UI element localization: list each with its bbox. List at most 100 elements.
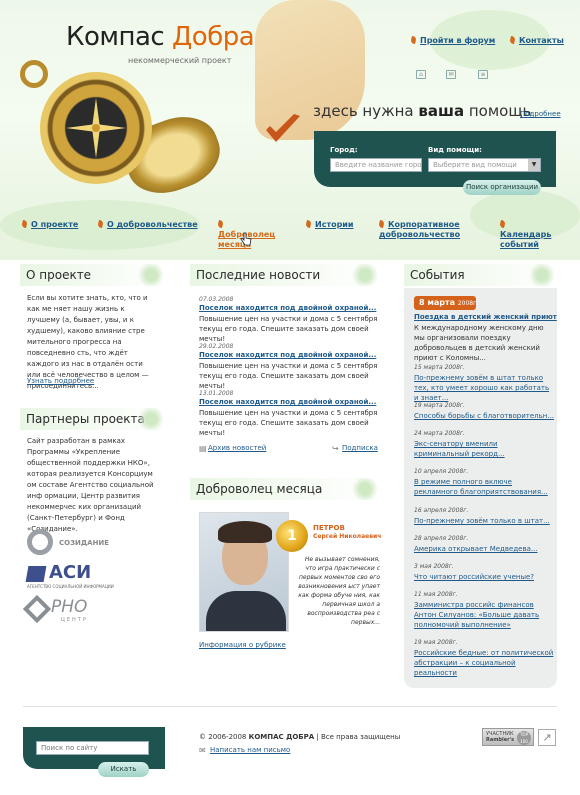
- site-logo[interactable]: Компас Добра: [66, 22, 255, 52]
- event-date: 15 марта 2008г.: [414, 364, 465, 371]
- news-date: 07.03.2008: [199, 296, 234, 303]
- help-more-link[interactable]: Подробнее: [520, 110, 561, 118]
- event-date: 28 апреля 2008г.: [414, 535, 469, 542]
- partner-logo-sub: АГЕНТСТВО СОЦИАЛЬНОЙ ИНФОРМАЦИИ: [27, 584, 114, 589]
- cursor-hand-icon: [240, 232, 252, 246]
- news-text: Повышение цен на участки и дома с 5 сент…: [199, 362, 378, 390]
- event-link[interactable]: По-прежнему зовём в штат только тех, кто…: [414, 373, 554, 403]
- news-title-link[interactable]: Поселок находится под двойной охраной...: [199, 398, 376, 406]
- about-heading: О проекте: [20, 264, 166, 286]
- news-heading: Последние новости: [190, 264, 380, 286]
- news-archive-link[interactable]: Архив новостей: [208, 444, 266, 452]
- about-more-link[interactable]: Узнать подробнее: [27, 377, 94, 385]
- volunteer-name: Сергей Николаевич: [313, 533, 382, 540]
- help-prefix: здесь нужна: [313, 102, 414, 120]
- nav-item-calendar[interactable]: Календарь событий: [500, 220, 560, 250]
- rno-emblem-icon: [22, 594, 52, 624]
- news-date: 13.01.2008: [199, 390, 234, 397]
- copyright-rights: Все права защищены: [321, 733, 401, 741]
- volunteer-surname: ПЕТРОВ: [313, 524, 345, 532]
- event-date: 24 марта 2008г.: [414, 430, 465, 437]
- search-organization-button[interactable]: Поиск организации: [463, 180, 541, 195]
- site-search-input[interactable]: [36, 741, 149, 755]
- partner-logo-label: СОЗИДАНИЕ: [59, 539, 110, 547]
- event-link[interactable]: Способы борьбы с благотворительн...: [414, 411, 554, 421]
- news-text: Повышение цен на участки и дома с 5 сент…: [199, 409, 378, 437]
- news-title-link[interactable]: Поселок находится под двойной охраной...: [199, 351, 376, 359]
- nav-item-stories[interactable]: Истории: [306, 220, 354, 230]
- event-date: 10 апреля 2008г.: [414, 468, 469, 475]
- event-link[interactable]: Замминистра российс финансов Антон Силуа…: [414, 600, 554, 630]
- event-featured-link[interactable]: Поездка в детский женский приют: [414, 313, 557, 321]
- help-type-value: Выберите вид помощи: [433, 161, 517, 169]
- news-text: Повышение цен на участки и дома с 5 сент…: [199, 315, 378, 343]
- help-type-label: Вид помощи:: [428, 146, 482, 154]
- archive-icon: ▤: [199, 444, 207, 453]
- nav-item-corporate[interactable]: Корпоративное добровольчество: [379, 220, 471, 240]
- help-headline: здесь нужна ваша помощь: [313, 102, 531, 120]
- nav-item-volunteering[interactable]: О добровольчестве: [98, 220, 198, 230]
- copyright: © 2006-2008 КОМПАС ДОБРА | Все права защ…: [199, 733, 401, 741]
- sitemap-icon[interactable]: ≡: [478, 70, 488, 79]
- partner-logo-rno[interactable]: РНО ЦЕНТР: [22, 594, 127, 625]
- forum-link[interactable]: Пройти в форум: [411, 36, 495, 45]
- news-date: 29.02.2008: [199, 343, 234, 350]
- nav-item-about[interactable]: О проекте: [22, 220, 78, 230]
- medal-icon: 1: [276, 520, 308, 552]
- help-bold: ваша: [418, 102, 465, 120]
- logo-word-2: Добра: [171, 22, 255, 52]
- asi-emblem-icon: [25, 566, 47, 582]
- event-link[interactable]: Что читают российские ученые?: [414, 572, 554, 582]
- home-icon[interactable]: ⌂: [416, 70, 426, 79]
- partner-logo-label: РНО: [51, 597, 88, 617]
- copyright-years: 2006-2008: [208, 733, 247, 741]
- event-badge-year: 2008г.: [457, 300, 479, 307]
- rss-icon: ↪: [332, 444, 339, 453]
- tagline: некоммерческий проект: [128, 56, 232, 65]
- rambler-top100-badge[interactable]: УЧАСТНИК Rambler's TOP 100: [482, 728, 534, 746]
- hair-shape: [218, 521, 272, 543]
- partners-heading: Партнеры проекта: [20, 408, 166, 430]
- logo-word-1: Компас: [66, 22, 165, 52]
- help-type-select[interactable]: Выберите вид помощи ▼: [428, 158, 541, 172]
- event-date: 19 мая 2008г.: [414, 639, 458, 646]
- event-link[interactable]: Экс-сенатору вменили криминальный рекорд…: [414, 439, 554, 459]
- event-date: 3 мая 2008г.: [414, 563, 454, 570]
- subscribe-link[interactable]: Подписка: [342, 444, 378, 452]
- chevron-down-icon[interactable]: ▼: [528, 159, 540, 171]
- rubric-info-link[interactable]: Информация о рубрике: [199, 641, 286, 649]
- event-date-badge: 8 марта 2008г.: [414, 296, 479, 310]
- partner-logo-label: АСИ: [49, 562, 92, 583]
- volunteer-photo: [199, 512, 289, 632]
- mail-icon: ✉: [199, 746, 206, 755]
- compass-ring: [20, 60, 48, 88]
- contacts-link[interactable]: Контакты: [510, 36, 564, 45]
- partner-logo-sozidanie[interactable]: СОЗИДАНИЕ: [27, 527, 127, 557]
- volunteer-quote: Не вызывает сомнения, что игра практичес…: [298, 556, 380, 626]
- badge-top: TOP 100: [517, 731, 531, 745]
- event-date: 16 апреля 2008г.: [414, 507, 469, 514]
- copyright-name: КОМПАС ДОБРА: [248, 733, 315, 741]
- news-title-link[interactable]: Поселок находится под двойной охраной...: [199, 304, 376, 312]
- copyright-icon: ©: [199, 733, 206, 741]
- events-heading: События: [404, 264, 557, 286]
- event-date: 11 мая 2008г.: [414, 591, 458, 598]
- event-link[interactable]: Америка открывает Медведева...: [414, 544, 554, 554]
- site-search-button[interactable]: Искать: [98, 762, 149, 777]
- mail-icon[interactable]: ✉: [446, 70, 456, 79]
- sozidanie-emblem-icon: [27, 529, 53, 555]
- event-badge-day: 8 марта: [419, 298, 456, 307]
- event-link[interactable]: По-прежнему зовём только в штат...: [414, 516, 554, 526]
- partner-logo-asi[interactable]: АСИ АГЕНТСТВО СОЦИАЛЬНОЙ ИНФОРМАЦИИ: [25, 562, 127, 590]
- event-link[interactable]: Российские бедные: от политической абстр…: [414, 648, 554, 678]
- partner-logo-sub: ЦЕНТР: [61, 617, 88, 623]
- event-featured-text: К международному женскому дню мы организ…: [414, 324, 544, 362]
- footer-divider: [23, 706, 557, 707]
- event-link[interactable]: В режиме полного включе рекламного благо…: [414, 477, 554, 497]
- city-input[interactable]: Введите название города: [330, 158, 422, 172]
- event-date: 19 марта 2008г.: [414, 402, 465, 409]
- checkmark-icon: [266, 114, 300, 142]
- external-arrow-icon[interactable]: ↗: [538, 729, 556, 746]
- write-us-link[interactable]: Написать нам письмо: [210, 746, 290, 754]
- compass-rose-icon: [66, 98, 126, 158]
